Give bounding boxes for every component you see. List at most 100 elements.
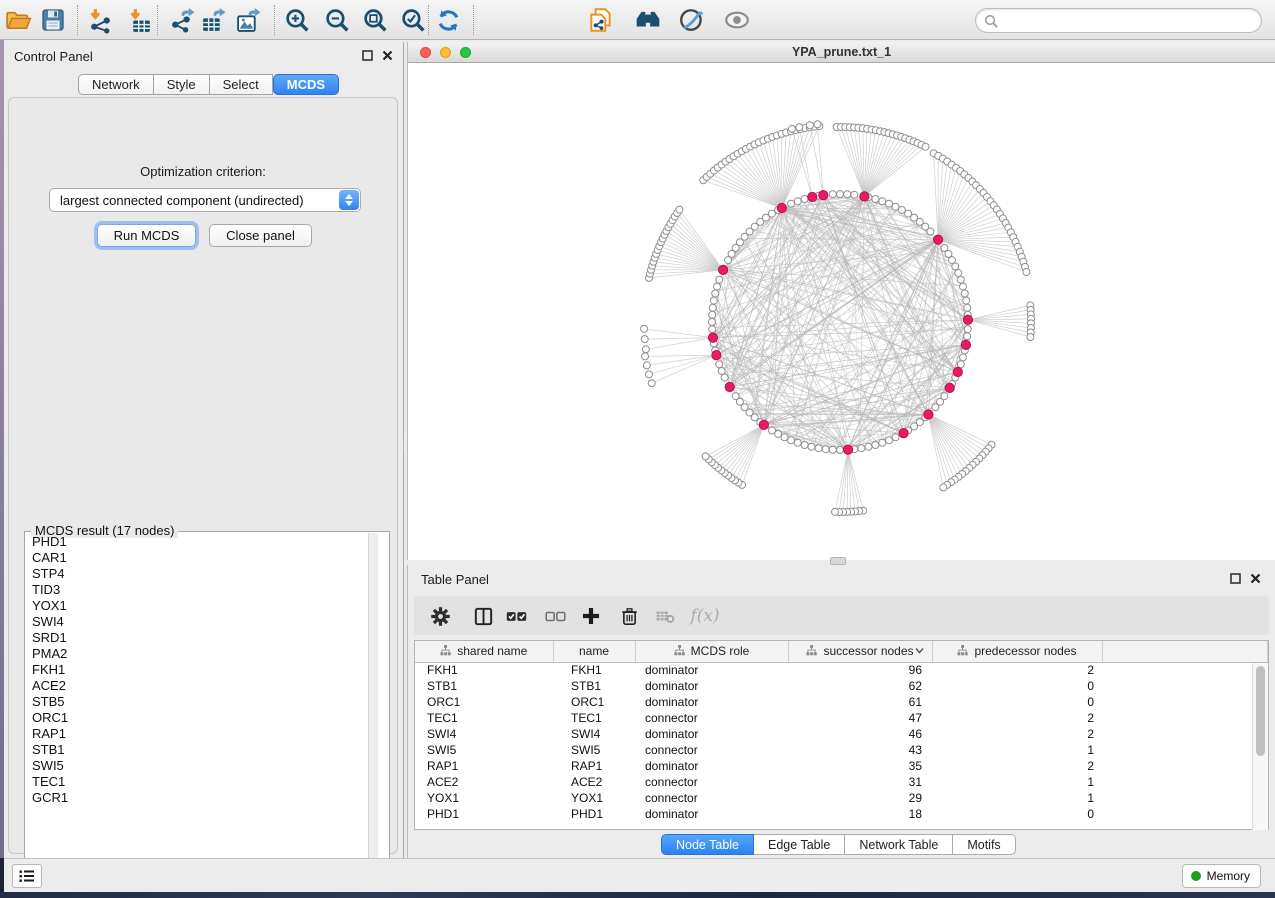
- float-panel-icon[interactable]: [362, 50, 373, 61]
- network-node[interactable]: [949, 257, 956, 264]
- network-node[interactable]: [814, 121, 821, 128]
- network-node[interactable]: [716, 361, 723, 368]
- network-node[interactable]: [788, 125, 795, 132]
- result-scrollbar[interactable]: [368, 533, 378, 891]
- zoom-selected-icon[interactable]: [396, 3, 430, 37]
- table-row[interactable]: TEC1TEC1connector472: [415, 710, 1268, 726]
- show-columns-icon[interactable]: [470, 603, 496, 629]
- network-hub-node[interactable]: [712, 351, 721, 360]
- network-node[interactable]: [927, 228, 934, 235]
- network-node[interactable]: [837, 447, 844, 454]
- network-node[interactable]: [646, 371, 653, 378]
- network-hub-node[interactable]: [708, 333, 717, 342]
- zoom-in-icon[interactable]: [280, 3, 314, 37]
- network-hub-node[interactable]: [945, 383, 954, 392]
- network-node[interactable]: [788, 437, 795, 444]
- network-node[interactable]: [794, 439, 801, 446]
- network-node[interactable]: [794, 198, 801, 205]
- mcds-result-item[interactable]: SWI4: [26, 614, 378, 630]
- graphics-details-icon[interactable]: [675, 3, 709, 37]
- mcds-result-item[interactable]: FKH1: [26, 662, 378, 678]
- network-node[interactable]: [837, 191, 844, 198]
- table-row[interactable]: FKH1FKH1dominator962: [415, 662, 1268, 678]
- network-node[interactable]: [718, 368, 725, 375]
- mcds-result-item[interactable]: ORC1: [26, 710, 378, 726]
- mcds-result-item[interactable]: GCR1: [26, 790, 378, 806]
- network-node[interactable]: [892, 434, 899, 441]
- run-mcds-button[interactable]: Run MCDS: [97, 224, 196, 247]
- horizontal-splitter-handle[interactable]: [830, 557, 846, 565]
- network-hub-node[interactable]: [961, 340, 970, 349]
- network-node[interactable]: [957, 276, 964, 283]
- clone-network-icon[interactable]: [584, 3, 618, 37]
- close-panel-button[interactable]: Close panel: [209, 224, 312, 247]
- network-node[interactable]: [643, 362, 650, 369]
- mcds-result-item[interactable]: ACE2: [26, 678, 378, 694]
- network-node[interactable]: [702, 453, 709, 460]
- network-node[interactable]: [892, 203, 899, 210]
- mcds-result-item[interactable]: TID3: [26, 582, 378, 598]
- network-node[interactable]: [781, 434, 788, 441]
- network-node[interactable]: [952, 263, 959, 270]
- network-canvas[interactable]: [408, 63, 1275, 560]
- mcds-result-item[interactable]: SRD1: [26, 630, 378, 646]
- tab-mcds[interactable]: MCDS: [273, 74, 339, 95]
- mcds-result-item[interactable]: PHD1: [26, 534, 378, 550]
- mcds-result-item[interactable]: RAP1: [26, 726, 378, 742]
- mcds-result-list[interactable]: PHD1CAR1STP4TID3YOX1SWI4SRD1PMA2FKH1ACE2…: [26, 534, 378, 890]
- float-panel-icon[interactable]: [1230, 573, 1241, 584]
- mcds-result-item[interactable]: SWI5: [26, 758, 378, 774]
- search-input[interactable]: [1002, 11, 1252, 30]
- network-node[interactable]: [922, 143, 929, 150]
- toolbar-search-field[interactable]: [975, 8, 1262, 33]
- deselect-all-rows-icon[interactable]: [542, 603, 568, 629]
- network-node[interactable]: [641, 336, 648, 343]
- network-node[interactable]: [714, 283, 721, 290]
- table-row[interactable]: SWI5SWI5connector431: [415, 742, 1268, 758]
- network-node[interactable]: [844, 191, 851, 198]
- select-all-rows-icon[interactable]: [503, 603, 529, 629]
- mcds-result-item[interactable]: CAR1: [26, 550, 378, 566]
- tab-network-table[interactable]: Network Table: [845, 834, 953, 855]
- network-node[interactable]: [716, 276, 723, 283]
- zoom-fit-icon[interactable]: [358, 3, 392, 37]
- network-node[interactable]: [964, 304, 971, 311]
- close-panel-icon[interactable]: [382, 50, 393, 61]
- table-row[interactable]: SWI4SWI4dominator462: [415, 726, 1268, 742]
- mcds-result-item[interactable]: YOX1: [26, 598, 378, 614]
- network-node[interactable]: [732, 393, 739, 400]
- network-node[interactable]: [806, 122, 813, 129]
- network-node[interactable]: [648, 380, 655, 387]
- network-node[interactable]: [865, 443, 872, 450]
- table-settings-gear-icon[interactable]: [427, 603, 453, 629]
- network-node[interactable]: [872, 196, 879, 203]
- mcds-result-item[interactable]: TEC1: [26, 774, 378, 790]
- network-node[interactable]: [964, 333, 971, 340]
- tab-select[interactable]: Select: [210, 74, 273, 95]
- birds-eye-view-icon[interactable]: [720, 3, 754, 37]
- network-node[interactable]: [709, 311, 716, 318]
- network-node[interactable]: [788, 200, 795, 207]
- network-node[interactable]: [822, 446, 829, 453]
- network-node[interactable]: [932, 404, 939, 411]
- network-node[interactable]: [879, 198, 886, 205]
- table-row[interactable]: PHD1PHD1dominator180: [415, 806, 1268, 822]
- network-node[interactable]: [886, 200, 893, 207]
- network-node[interactable]: [960, 283, 967, 290]
- network-hub-node[interactable]: [924, 410, 933, 419]
- network-hub-node[interactable]: [719, 265, 728, 274]
- export-network-icon[interactable]: [165, 3, 199, 37]
- tab-motifs[interactable]: Motifs: [953, 834, 1015, 855]
- network-hub-node[interactable]: [725, 382, 734, 391]
- network-node[interactable]: [712, 290, 719, 297]
- network-node[interactable]: [955, 270, 962, 277]
- mcds-result-item[interactable]: STB5: [26, 694, 378, 710]
- close-panel-icon[interactable]: [1250, 573, 1261, 584]
- network-hub-node[interactable]: [819, 191, 828, 200]
- col-header-shared-name[interactable]: shared name: [415, 641, 553, 662]
- tab-node-table[interactable]: Node Table: [661, 834, 754, 855]
- network-node[interactable]: [960, 354, 967, 361]
- tab-edge-table[interactable]: Edge Table: [754, 834, 845, 855]
- network-node[interactable]: [801, 196, 808, 203]
- network-node[interactable]: [796, 124, 803, 131]
